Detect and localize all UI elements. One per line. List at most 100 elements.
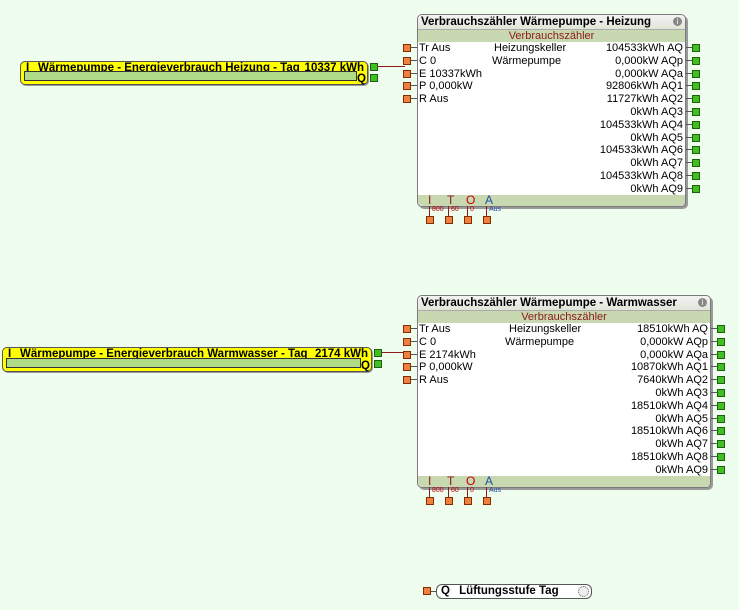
pin-stub xyxy=(429,206,430,216)
parameter-value: 800 xyxy=(432,487,444,494)
parameter-pin[interactable] xyxy=(445,497,453,505)
block-input-label: Tr Aus xyxy=(419,42,451,54)
block-input-pin[interactable] xyxy=(403,56,411,65)
block-output-label: 0kWh AQ5 xyxy=(630,131,683,144)
input-box-q-pin[interactable] xyxy=(370,74,378,82)
pin-stub xyxy=(686,59,692,61)
info-icon[interactable]: i xyxy=(698,298,707,307)
block-input-pin[interactable] xyxy=(403,376,411,385)
pin-stub xyxy=(448,487,449,497)
output-reference-lueftungsstufe[interactable]: Q Lüftungsstufe Tag xyxy=(436,584,592,599)
block-output-pin[interactable] xyxy=(692,108,700,116)
block-output-pin[interactable] xyxy=(692,146,700,155)
parameter-pin[interactable] xyxy=(483,497,491,505)
block-output-label: 92806kWh AQ1 xyxy=(605,80,683,93)
input-box-q-pin[interactable] xyxy=(374,360,382,368)
block-input-pin[interactable] xyxy=(403,363,411,372)
block-output-pin[interactable] xyxy=(692,133,700,142)
parameter-pin[interactable] xyxy=(426,497,434,505)
energy-meter-block[interactable]: Verbrauchszähler Wärmepumpe - Warmwasser… xyxy=(417,295,711,488)
parameter-value: Aus xyxy=(489,487,502,494)
block-output-label: 0kWh AQ5 xyxy=(655,412,708,425)
parameter-pin[interactable] xyxy=(426,216,434,224)
parameter-label: A xyxy=(485,474,494,488)
block-output-label: 0,000kW AQa xyxy=(615,67,683,80)
block-output-pin[interactable] xyxy=(692,172,700,180)
connection-wire xyxy=(378,66,405,67)
output-label: Q xyxy=(357,73,366,85)
pin-stub xyxy=(686,149,692,151)
block-output-pin[interactable] xyxy=(717,389,725,397)
block-output-pin[interactable] xyxy=(717,453,725,461)
block-input-pin[interactable] xyxy=(403,350,411,359)
block-input-label: E 2174kWh xyxy=(419,348,476,361)
info-icon[interactable]: i xyxy=(673,17,682,26)
output-label: Q xyxy=(361,360,370,372)
block-input-pin[interactable] xyxy=(403,69,411,78)
pin-stub xyxy=(711,417,717,419)
block-output-pin[interactable] xyxy=(717,427,725,436)
block-output-label: 104533kWh AQ6 xyxy=(599,144,683,157)
parameter-pin[interactable] xyxy=(483,216,491,224)
block-output-pin[interactable] xyxy=(717,376,725,385)
block-input-pin[interactable] xyxy=(403,337,411,346)
block-output-pin[interactable] xyxy=(717,401,725,410)
block-output-label: 0kWh AQ3 xyxy=(630,106,683,118)
parameter-value: Aus xyxy=(489,206,502,213)
block-title: Verbrauchszähler Wärmepumpe - Heizung xyxy=(418,15,685,30)
block-output-pin[interactable] xyxy=(717,337,725,346)
block-output-pin[interactable] xyxy=(717,414,725,423)
block-output-label: 0kWh AQ9 xyxy=(655,463,708,476)
input-box-value-pin[interactable] xyxy=(374,349,382,357)
output-ref-input-pin[interactable] xyxy=(423,587,431,595)
block-input-pin[interactable] xyxy=(403,44,411,52)
block-room: Heizungskeller xyxy=(494,42,567,54)
block-output-pin[interactable] xyxy=(717,465,725,474)
block-output-pin[interactable] xyxy=(692,82,700,91)
parameter-value: 0 xyxy=(470,206,474,213)
block-output-pin[interactable] xyxy=(717,363,725,372)
parameter-pin[interactable] xyxy=(445,216,453,224)
pin-stub xyxy=(711,353,717,355)
pin-stub xyxy=(711,340,717,342)
parameter-value: 0 xyxy=(470,487,474,494)
input-box-value-pin[interactable] xyxy=(370,63,378,71)
block-category: Wärmepumpe xyxy=(492,54,562,67)
block-input-label: R Aus xyxy=(419,374,449,387)
pin-stub xyxy=(686,85,692,87)
block-output-label: 0,000kW AQa xyxy=(640,348,708,361)
block-output-pin[interactable] xyxy=(692,184,700,193)
block-input-label: P 0,000kW xyxy=(419,80,473,93)
output-ref-label: Lüftungsstufe Tag xyxy=(459,585,559,597)
block-output-pin[interactable] xyxy=(717,440,725,449)
block-output-pin[interactable] xyxy=(692,120,700,129)
block-output-pin[interactable] xyxy=(692,44,700,52)
block-output-label: 104533kWh AQ xyxy=(605,42,683,54)
block-output-pin[interactable] xyxy=(717,350,725,359)
block-input-pin[interactable] xyxy=(403,325,411,333)
input-reference-box[interactable]: I Wärmepumpe - Energieverbrauch Warmwasse… xyxy=(2,347,372,372)
parameter-pin[interactable] xyxy=(464,497,472,505)
pin-stub xyxy=(411,72,417,74)
block-output-pin[interactable] xyxy=(692,95,700,104)
pin-stub xyxy=(711,379,717,381)
input-reference-box[interactable]: I Wärmepumpe - Energieverbrauch Heizung -… xyxy=(20,61,368,85)
parameter-label: T xyxy=(447,193,455,207)
block-output-pin[interactable] xyxy=(717,325,725,333)
block-output-label: 18510kWh AQ xyxy=(637,323,708,335)
block-input-pin[interactable] xyxy=(403,82,411,91)
block-output-pin[interactable] xyxy=(692,69,700,78)
parameter-label: A xyxy=(485,193,494,207)
parameter-label: O xyxy=(466,474,476,488)
block-output-label: 0,000kW AQp xyxy=(615,54,683,67)
block-output-pin[interactable] xyxy=(692,159,700,168)
pin-stub xyxy=(411,85,417,87)
parameter-pin[interactable] xyxy=(464,216,472,224)
energy-meter-block[interactable]: Verbrauchszähler Wärmepumpe - Heizung i Ve… xyxy=(417,14,686,207)
block-input-pin[interactable] xyxy=(403,95,411,104)
block-type: Verbrauchszähler xyxy=(418,30,685,42)
block-output-label: 18510kWh AQ6 xyxy=(630,425,708,438)
block-output-pin[interactable] xyxy=(692,56,700,65)
pin-stub xyxy=(711,404,717,406)
pin-stub xyxy=(686,187,692,189)
